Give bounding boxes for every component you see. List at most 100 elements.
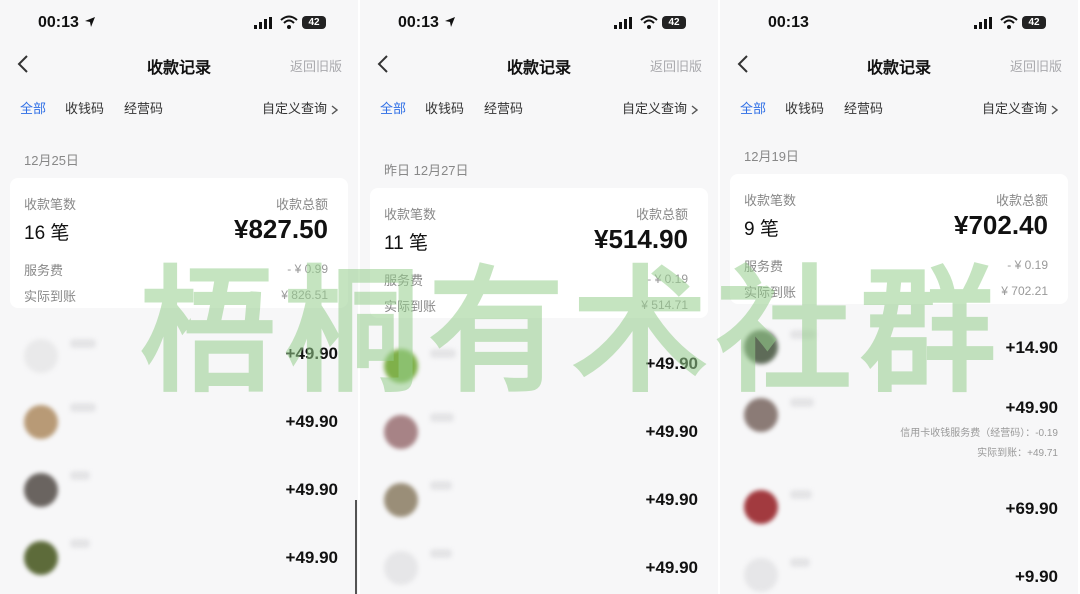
chevron-right-icon	[691, 105, 698, 115]
screen-3: 00:13 42 收款记录 返回旧版 全部 收钱码 经营码 自定义查询 12月1…	[720, 0, 1078, 594]
fee-label: 服务费	[384, 273, 424, 288]
tab-business-code[interactable]: 经营码	[124, 98, 163, 117]
wifi-icon	[640, 15, 658, 29]
custom-query-label: 自定义查询	[261, 101, 327, 116]
tab-business-code[interactable]: 经营码	[844, 98, 883, 117]
custom-query-label: 自定义查询	[621, 101, 687, 116]
amount: +49.90	[645, 490, 698, 509]
return-old-version-link[interactable]: 返回旧版	[290, 56, 342, 75]
chevron-right-icon	[331, 105, 338, 115]
date-header: 昨日 12月27日	[384, 163, 469, 178]
amount: +49.90	[285, 344, 338, 363]
date-header: 12月25日	[24, 153, 79, 168]
net-label: 实际到账	[744, 285, 797, 300]
total-value: ¥827.50	[234, 214, 328, 244]
count-label: 收款笔数	[24, 197, 77, 212]
list-item[interactable]: +49.90	[0, 393, 358, 453]
filter-tabs: 全部 收钱码 经营码 自定义查询	[0, 92, 358, 120]
count-value: 16 笔	[24, 223, 70, 244]
location-icon	[445, 17, 455, 27]
amount: +49.90	[285, 480, 338, 499]
signal-icon	[974, 17, 992, 29]
amount: +49.90	[285, 412, 338, 431]
amount: +49.90	[285, 548, 338, 567]
list-item[interactable]: +49.90	[0, 325, 358, 385]
scrollbar[interactable]	[355, 500, 357, 594]
net-note: 实际到账：+49.71	[977, 448, 1058, 459]
tab-collection-code[interactable]: 收钱码	[65, 98, 104, 117]
avatar	[744, 490, 778, 524]
blurred-name	[430, 481, 452, 490]
amount: +69.90	[1005, 499, 1058, 518]
list-item[interactable]: +49.90	[360, 539, 718, 594]
custom-query-button[interactable]: 自定义查询	[982, 98, 1058, 117]
blurred-name	[70, 403, 96, 412]
blurred-name	[70, 539, 90, 548]
location-icon	[85, 17, 95, 27]
list-item[interactable]: +49.90	[360, 471, 718, 531]
custom-query-button[interactable]: 自定义查询	[622, 98, 698, 117]
total-label: 收款总额	[995, 193, 1048, 208]
summary-card: 收款笔数 9 笔 收款总额 ¥702.40 服务费 - ¥ 0.19 实际到账 …	[730, 174, 1068, 304]
net-value: ¥ 826.51	[281, 288, 328, 302]
signal-icon	[254, 17, 272, 29]
return-old-version-link[interactable]: 返回旧版	[1010, 56, 1062, 75]
tab-all[interactable]: 全部	[380, 98, 406, 117]
tab-business-code[interactable]: 经营码	[484, 98, 523, 117]
tab-collection-code[interactable]: 收钱码	[425, 98, 464, 117]
avatar	[384, 349, 418, 383]
list-item[interactable]: +69.90	[720, 480, 1078, 540]
list-item[interactable]: +9.90	[720, 548, 1078, 594]
filter-tabs: 全部 收钱码 经营码 自定义查询	[720, 92, 1078, 120]
custom-query-button[interactable]: 自定义查询	[262, 98, 338, 117]
net-value: ¥ 514.71	[641, 298, 688, 312]
blurred-name	[70, 471, 90, 480]
count-label: 收款笔数	[384, 207, 437, 222]
battery-icon: 42	[662, 16, 686, 29]
tab-all[interactable]: 全部	[20, 98, 46, 117]
avatar	[24, 339, 58, 373]
nav-bar: 收款记录 返回旧版	[720, 46, 1078, 82]
net-value: ¥ 702.21	[1001, 284, 1048, 298]
count-value: 9 笔	[744, 219, 779, 240]
fee-value: - ¥ 0.99	[287, 262, 328, 276]
list-item[interactable]: +49.90	[360, 403, 718, 463]
return-old-version-link[interactable]: 返回旧版	[650, 56, 702, 75]
fee-label: 服务费	[744, 259, 784, 274]
count-value: 11 笔	[384, 233, 429, 254]
status-time: 00:13	[398, 14, 439, 31]
list-item[interactable]: +49.90	[0, 461, 358, 521]
chevron-right-icon	[1051, 105, 1058, 115]
screen-1: 00:13 42 收款记录 返回旧版 全部 收钱码 经营码 自定义查询 12月2…	[0, 0, 358, 594]
total-value: ¥514.90	[594, 224, 688, 254]
custom-query-label: 自定义查询	[981, 101, 1047, 116]
net-label: 实际到账	[24, 289, 77, 304]
avatar	[384, 551, 418, 585]
nav-bar: 收款记录 返回旧版	[360, 46, 718, 82]
list-item[interactable]: +49.90 信用卡收钱服务费（经营码）：-0.19 实际到账：+49.71	[720, 390, 1078, 470]
fee-value: - ¥ 0.19	[1007, 258, 1048, 272]
summary-card: 收款笔数 16 笔 收款总额 ¥827.50 服务费 - ¥ 0.99 实际到账…	[10, 178, 348, 308]
avatar	[384, 415, 418, 449]
tab-collection-code[interactable]: 收钱码	[785, 98, 824, 117]
fee-note: 信用卡收钱服务费（经营码）：-0.19	[900, 428, 1058, 439]
avatar	[384, 483, 418, 517]
blurred-name	[790, 398, 814, 407]
nav-bar: 收款记录 返回旧版	[0, 46, 358, 82]
tab-all[interactable]: 全部	[740, 98, 766, 117]
status-bar: 00:13 42	[720, 0, 1078, 46]
avatar	[24, 473, 58, 507]
amount: +49.90	[645, 558, 698, 577]
count-label: 收款笔数	[744, 193, 797, 208]
amount: +49.90	[645, 422, 698, 441]
fee-label: 服务费	[24, 263, 64, 278]
amount: +49.90	[1005, 398, 1058, 417]
list-item[interactable]: +49.90	[0, 529, 358, 589]
avatar	[744, 330, 778, 364]
list-item[interactable]: +14.90	[720, 320, 1078, 380]
list-item[interactable]: +49.90	[360, 335, 718, 395]
battery-icon: 42	[302, 16, 326, 29]
amount: +49.90	[645, 354, 698, 373]
net-label: 实际到账	[384, 299, 437, 314]
total-label: 收款总额	[635, 207, 688, 222]
